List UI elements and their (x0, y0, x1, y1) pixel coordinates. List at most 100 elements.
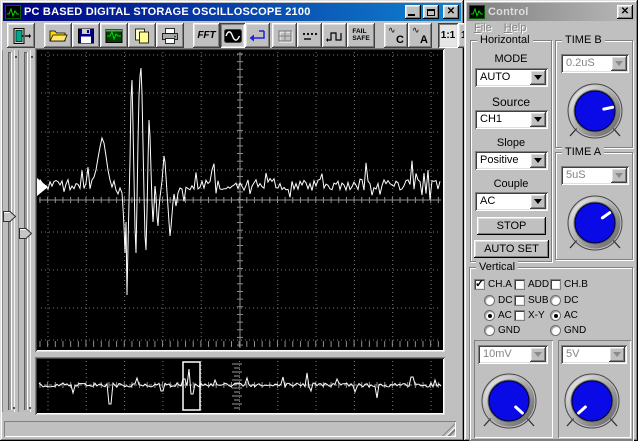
slope-label: Slope (496, 137, 526, 149)
ch-a-range-value: 10mV (483, 348, 512, 360)
checkbox-sub[interactable]: ✓ SUB (514, 294, 549, 307)
failsafe-label: FAIL SAFE (352, 28, 370, 42)
waveform-display-toggle[interactable] (220, 23, 245, 48)
open-button[interactable] (44, 23, 72, 48)
couple-select[interactable]: AC (475, 192, 548, 211)
save-floppy-icon (78, 28, 94, 43)
menu-help[interactable]: Help (504, 22, 527, 34)
time-a-dropdown-arrow (611, 168, 627, 183)
slider-tick (13, 407, 15, 409)
control-titlebar[interactable]: Control ✕ (467, 3, 635, 21)
mode-select[interactable]: AUTO (475, 68, 548, 87)
time-b-select: 0.2uS (561, 54, 629, 73)
time-b-dropdown-arrow (611, 56, 627, 71)
maximize-icon (427, 8, 435, 16)
vertical-group: Vertical ✓ CH.A DC AC GND ✓ ADD ✓ SUB ✓ … (469, 261, 633, 441)
maximize-button[interactable] (423, 5, 439, 19)
time-b-knob[interactable] (563, 79, 627, 143)
source-dropdown-arrow[interactable] (530, 112, 546, 127)
slider-thumb-b[interactable] (19, 228, 32, 239)
copy-pages-icon (135, 28, 149, 43)
fft-label: FFT (197, 30, 216, 41)
close-icon: ✕ (620, 6, 630, 17)
scope-image-icon (105, 28, 123, 43)
ch-b-gain-knob[interactable] (560, 369, 624, 433)
close-icon: ✕ (446, 6, 456, 17)
main-window: PC BASED DIGITAL STORAGE OSCILLOSCOPE 21… (0, 0, 484, 441)
exit-door-icon (13, 27, 31, 44)
slider-track (8, 52, 11, 410)
slope-dropdown-arrow[interactable] (530, 153, 546, 168)
square-wave-button[interactable] (322, 23, 347, 48)
time-a-knob[interactable] (563, 191, 627, 255)
minimize-button[interactable] (405, 5, 421, 19)
grid-toggle-button[interactable] (272, 23, 297, 48)
menu-bar: File Help (467, 21, 635, 35)
grid-icon (277, 29, 292, 42)
slope-value: Positive (480, 154, 519, 166)
print-button[interactable] (156, 23, 184, 48)
copy-button[interactable] (128, 23, 156, 48)
mode-dropdown-arrow[interactable] (530, 70, 546, 85)
return-arrow-icon (249, 29, 265, 41)
time-b-group-label: TIME B (562, 34, 605, 47)
overview-strip-display[interactable] (35, 357, 445, 415)
close-button[interactable]: ✕ (443, 5, 459, 19)
app-icon (469, 5, 485, 19)
scope-display[interactable] (35, 48, 445, 352)
ch-a-gain-knob[interactable] (477, 369, 541, 433)
printer-icon (162, 27, 178, 44)
coupling-a-button[interactable]: ∿ A (408, 23, 432, 48)
stop-button[interactable]: STOP (477, 217, 546, 235)
ch-b-range-panel: 5V (558, 340, 631, 438)
return-sweep-button[interactable] (245, 23, 270, 48)
auto-set-button[interactable]: AUTO SET (474, 240, 549, 258)
time-b-group: TIME B 0.2uS (555, 34, 633, 148)
ch-a-range-dropdown-arrow (530, 347, 546, 362)
radio-ch-a-dc[interactable]: DC (484, 294, 512, 307)
radio-ch-b-dc[interactable]: DC (550, 294, 578, 307)
slider-tick (15, 56, 17, 58)
radio-ch-b-ac[interactable]: AC (550, 309, 578, 322)
checkbox-ch-a[interactable]: ✓ CH.A (474, 278, 512, 291)
fft-button[interactable]: FFT (193, 23, 220, 48)
dotted-line-icon (302, 32, 317, 40)
radio-ch-a-ac[interactable]: AC (484, 309, 512, 322)
control-window-title: Control (488, 6, 529, 18)
capture-image-button[interactable] (100, 23, 128, 48)
checkbox-xy[interactable]: ✓ X-Y (514, 309, 545, 322)
status-bar (4, 421, 456, 437)
square-wave-icon (325, 31, 342, 42)
failsafe-button[interactable]: FAIL SAFE (347, 23, 375, 48)
menu-file[interactable]: File (474, 22, 492, 34)
radio-ch-b-gnd[interactable]: GND (550, 324, 586, 337)
source-label: Source (491, 95, 531, 109)
sine-wave-icon (223, 28, 242, 43)
radio-ch-a-gnd[interactable]: GND (484, 324, 520, 337)
dotted-trace-button[interactable] (297, 23, 322, 48)
couple-label: Couple (493, 178, 529, 190)
checkbox-add[interactable]: ✓ ADD (514, 278, 549, 291)
slider-thumb-a[interactable] (3, 211, 16, 222)
toolbar: FFT FAIL SAFE ∿ C ∿ A 1:1 (3, 22, 484, 49)
checkbox-ch-b[interactable]: ✓ CH.B (550, 278, 588, 291)
vertical-group-label: Vertical (476, 261, 519, 274)
horizontal-group-label: Horizontal (477, 34, 533, 47)
ch-a-range-panel: 10mV (474, 340, 553, 438)
resize-grip[interactable] (442, 423, 455, 436)
coupling-c-button[interactable]: ∿ C (384, 23, 408, 48)
couple-dropdown-arrow[interactable] (530, 194, 546, 209)
probe-1to1-button[interactable]: 1:1 (438, 23, 458, 48)
slope-select[interactable]: Positive (475, 151, 548, 170)
control-close-button[interactable]: ✕ (617, 5, 633, 19)
channel-a-position-slider[interactable] (2, 50, 15, 412)
app-icon (5, 5, 21, 19)
ch-b-range-value: 5V (566, 348, 580, 360)
exit-button[interactable] (7, 23, 35, 48)
save-button[interactable] (72, 23, 100, 48)
source-select[interactable]: CH1 (475, 110, 548, 129)
slider-tick (29, 407, 31, 409)
slider-tick (31, 56, 33, 58)
open-folder-icon (49, 30, 68, 41)
main-titlebar[interactable]: PC BASED DIGITAL STORAGE OSCILLOSCOPE 21… (3, 3, 461, 21)
